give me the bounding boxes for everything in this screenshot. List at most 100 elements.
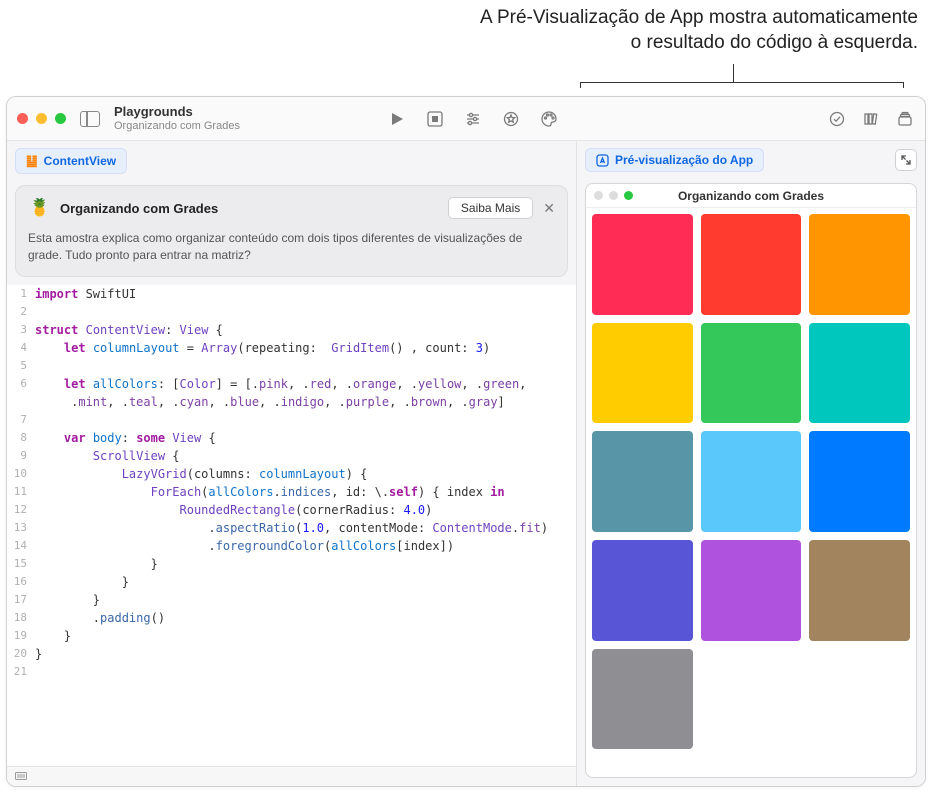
sidebar-toggle-icon[interactable] xyxy=(80,111,100,127)
code-line[interactable]: 15 } xyxy=(7,555,576,573)
preview-badge[interactable]: Pré-visualização do App xyxy=(585,148,764,172)
code-line[interactable]: 20} xyxy=(7,645,576,663)
line-number: 15 xyxy=(7,555,35,573)
status-ok-icon[interactable] xyxy=(827,109,847,129)
code-text[interactable]: var body: some View { xyxy=(35,429,216,447)
code-text[interactable]: .aspectRatio(1.0, contentMode: ContentMo… xyxy=(35,519,548,537)
close-card-icon[interactable]: ✕ xyxy=(543,200,555,217)
code-line[interactable]: 19 } xyxy=(7,627,576,645)
code-line[interactable]: 21 xyxy=(7,663,576,681)
line-number: 17 xyxy=(7,591,35,609)
palette-icon[interactable] xyxy=(539,109,559,129)
code-text[interactable]: } xyxy=(35,573,129,591)
code-text[interactable]: ForEach(allColors.indices, id: \.self) {… xyxy=(35,483,505,501)
code-text[interactable]: } xyxy=(35,555,158,573)
settings-sliders-icon[interactable] xyxy=(463,109,483,129)
code-text[interactable]: .padding() xyxy=(35,609,165,627)
code-line[interactable]: 10 LazyVGrid(columns: columnLayout) { xyxy=(7,465,576,483)
color-swatch xyxy=(701,214,802,315)
line-number: 11 xyxy=(7,483,35,501)
color-swatch xyxy=(809,323,910,424)
preview-dot-icon xyxy=(594,191,603,200)
color-swatch xyxy=(701,431,802,532)
line-number: 3 xyxy=(7,321,35,339)
code-line[interactable]: 4 let columnLayout = Array(repeating: Gr… xyxy=(7,339,576,357)
code-text[interactable]: ScrollView { xyxy=(35,447,180,465)
line-number: 1 xyxy=(7,285,35,303)
code-text[interactable]: .foregroundColor(allColors[index]) xyxy=(35,537,454,555)
library-icon[interactable] xyxy=(861,109,881,129)
line-number: 8 xyxy=(7,429,35,447)
code-line[interactable]: 7 xyxy=(7,411,576,429)
code-editor[interactable]: 1import SwiftUI2 3struct ContentView: Vi… xyxy=(7,285,576,766)
line-number: 4 xyxy=(7,339,35,357)
code-text[interactable]: RoundedRectangle(cornerRadius: 4.0) xyxy=(35,501,432,519)
stop-icon[interactable] xyxy=(425,109,445,129)
code-line[interactable]: 5 xyxy=(7,357,576,375)
code-text[interactable]: import SwiftUI xyxy=(35,285,136,303)
code-line[interactable]: 6 let allColors: [Color] = [.pink, .red,… xyxy=(7,375,576,393)
minimize-window-icon[interactable] xyxy=(36,113,47,124)
code-line[interactable]: 18 .padding() xyxy=(7,609,576,627)
preview-dot-icon xyxy=(609,191,618,200)
code-line[interactable]: 3struct ContentView: View { xyxy=(7,321,576,339)
code-text[interactable] xyxy=(35,411,42,429)
code-line[interactable]: 14 .foregroundColor(allColors[index]) xyxy=(7,537,576,555)
code-line[interactable]: 17 } xyxy=(7,591,576,609)
line-number: 20 xyxy=(7,645,35,663)
code-line[interactable]: 8 var body: some View { xyxy=(7,429,576,447)
color-grid xyxy=(586,208,916,755)
toolbar-center xyxy=(120,109,827,129)
line-number: 19 xyxy=(7,627,35,645)
code-line[interactable]: 16 } xyxy=(7,573,576,591)
code-line[interactable]: .mint, .teal, .cyan, .blue, .indigo, .pu… xyxy=(7,393,576,411)
code-text[interactable] xyxy=(35,357,42,375)
code-text[interactable] xyxy=(35,663,42,681)
status-bar xyxy=(7,766,576,786)
code-text[interactable] xyxy=(35,303,42,321)
color-swatch xyxy=(592,323,693,424)
line-number: 6 xyxy=(7,375,35,393)
close-window-icon[interactable] xyxy=(17,113,28,124)
zoom-window-icon[interactable] xyxy=(55,113,66,124)
app-icon xyxy=(596,154,609,167)
code-text[interactable]: .mint, .teal, .cyan, .blue, .indigo, .pu… xyxy=(35,393,505,411)
code-text[interactable]: let columnLayout = Array(repeating: Grid… xyxy=(35,339,490,357)
color-swatch xyxy=(809,431,910,532)
stack-icon[interactable] xyxy=(895,109,915,129)
code-text[interactable]: LazyVGrid(columns: columnLayout) { xyxy=(35,465,367,483)
code-text[interactable]: struct ContentView: View { xyxy=(35,321,223,339)
line-number: 2 xyxy=(7,303,35,321)
code-text[interactable]: } xyxy=(35,627,71,645)
code-line[interactable]: 11 ForEach(allColors.indices, id: \.self… xyxy=(7,483,576,501)
line-number xyxy=(7,393,35,411)
preview-window-title: Organizando com Grades xyxy=(678,189,824,203)
line-number: 10 xyxy=(7,465,35,483)
swift-icon: ䷊ xyxy=(26,153,38,169)
line-number: 7 xyxy=(7,411,35,429)
expand-preview-button[interactable] xyxy=(895,149,917,171)
line-number: 9 xyxy=(7,447,35,465)
run-icon[interactable] xyxy=(387,109,407,129)
preview-pane: Pré-visualização do App Organizando com … xyxy=(577,141,925,786)
line-number: 14 xyxy=(7,537,35,555)
card-title: Organizando com Grades xyxy=(60,201,218,216)
file-breadcrumb[interactable]: ䷊ ContentView xyxy=(15,148,127,174)
code-line[interactable]: 9 ScrollView { xyxy=(7,447,576,465)
color-swatch xyxy=(701,540,802,641)
code-line[interactable]: 13 .aspectRatio(1.0, contentMode: Conten… xyxy=(7,519,576,537)
preview-label: Pré-visualização do App xyxy=(615,153,753,167)
code-text[interactable]: let allColors: [Color] = [.pink, .red, .… xyxy=(35,375,526,393)
code-text[interactable]: } xyxy=(35,645,42,663)
star-icon[interactable] xyxy=(501,109,521,129)
line-number: 21 xyxy=(7,663,35,681)
code-text[interactable]: } xyxy=(35,591,100,609)
traffic-lights[interactable] xyxy=(17,113,66,124)
learn-more-button[interactable]: Saiba Mais xyxy=(448,197,533,219)
code-line[interactable]: 1import SwiftUI xyxy=(7,285,576,303)
code-line[interactable]: 2 xyxy=(7,303,576,321)
code-line[interactable]: 12 RoundedRectangle(cornerRadius: 4.0) xyxy=(7,501,576,519)
keyboard-icon xyxy=(15,772,27,782)
color-swatch xyxy=(592,431,693,532)
line-number: 5 xyxy=(7,357,35,375)
